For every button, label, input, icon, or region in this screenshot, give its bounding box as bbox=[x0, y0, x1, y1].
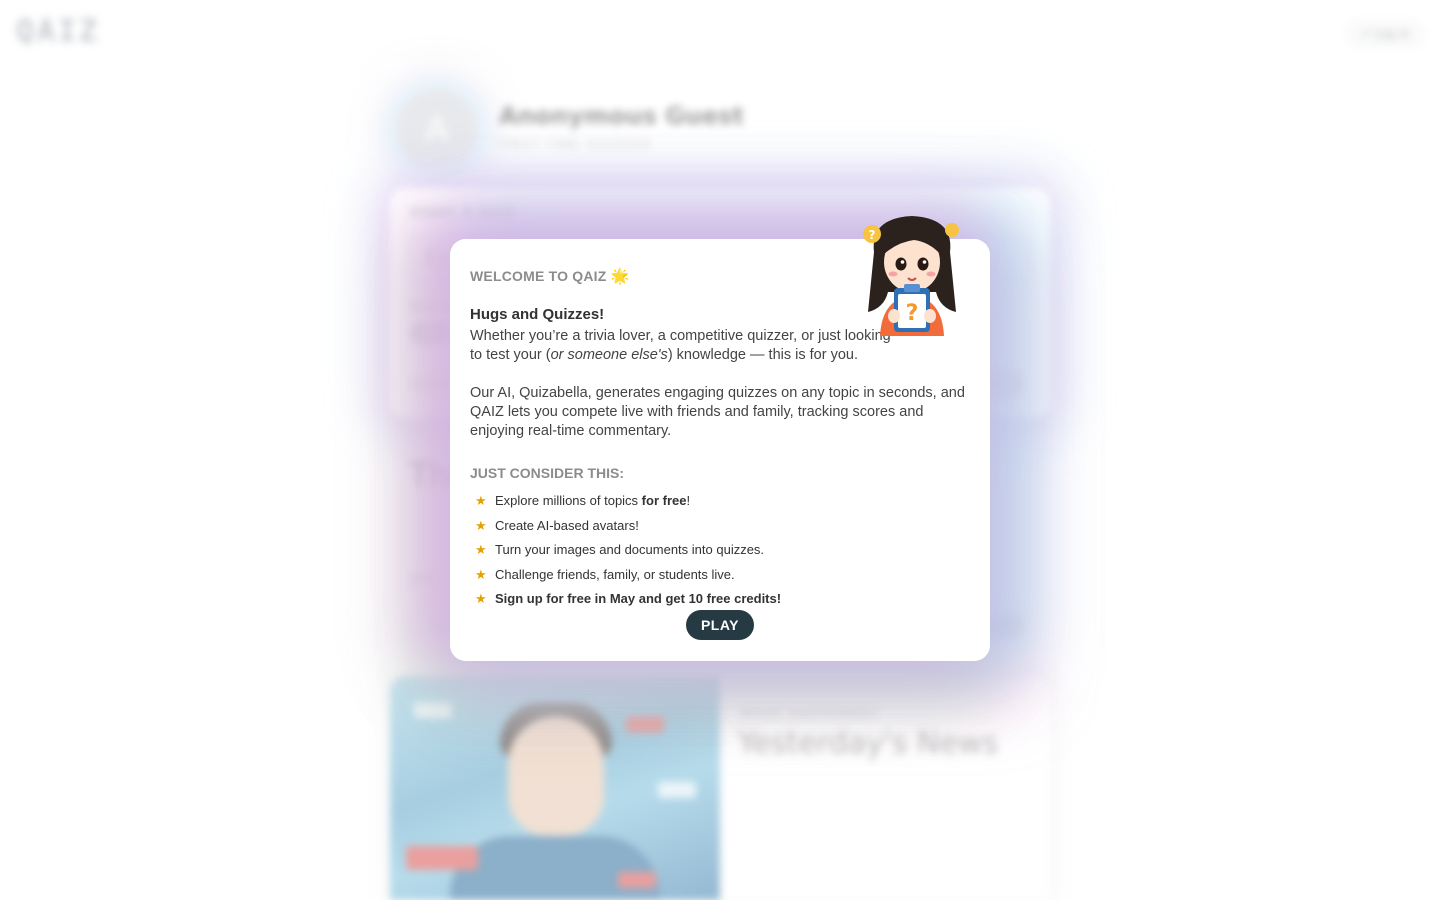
qaiz-logo[interactable]: QAIZ bbox=[16, 14, 100, 49]
news-tag bbox=[658, 782, 696, 798]
create-label: CREATE bbox=[410, 378, 453, 391]
difficulty-chip[interactable]: SEL bbox=[410, 322, 452, 344]
welcome-title-text: WELCOME TO QAIZ bbox=[470, 268, 607, 284]
login-label: Log in bbox=[1373, 27, 1410, 41]
news-figure-face bbox=[508, 716, 604, 836]
list-item: ★ Explore millions of topics for free! bbox=[470, 489, 970, 514]
news-label: WHAT HAPPENED? bbox=[740, 706, 879, 720]
star-icon: ★ bbox=[475, 542, 487, 557]
benefit-text-bold: for free bbox=[641, 493, 687, 508]
benefit-text: Sign up for free in May and get 10 free … bbox=[495, 591, 782, 606]
benefit-text: Turn your images and documents into quiz… bbox=[495, 542, 765, 557]
quizabella-mascot-icon: ? ? bbox=[863, 216, 959, 336]
benefit-text: Explore millions of topics for free! bbox=[495, 489, 690, 514]
news-tag bbox=[414, 702, 452, 718]
star-icon: ★ bbox=[475, 591, 487, 606]
benefit-text: Challenge friends, family, or students l… bbox=[495, 566, 735, 582]
top-bar: QAIZ ↗ Log in bbox=[0, 0, 1440, 68]
login-icon: ↗ bbox=[1359, 27, 1370, 41]
star-icon: ★ bbox=[475, 493, 487, 508]
news-tag bbox=[406, 846, 478, 870]
profile-subtitle: FIRST TIME QUIZZER bbox=[499, 138, 652, 153]
benefits-list: ★ Explore millions of topics for free! ★… bbox=[470, 489, 970, 612]
news-card[interactable]: WHAT HAPPENED? Yesterday's News bbox=[390, 676, 1050, 900]
sparkle-icon: 🌟 bbox=[610, 268, 630, 285]
start-quiz-label: START A QUIZ bbox=[410, 206, 515, 220]
ai-paragraph: Our AI, Quizabella, generates engaging q… bbox=[470, 385, 965, 439]
svg-text:?: ? bbox=[906, 301, 919, 326]
news-title: Yesterday's News bbox=[738, 726, 999, 761]
news-figure-body bbox=[450, 836, 660, 900]
list-item: ★ Sign up for free in May and get 10 fre… bbox=[470, 587, 970, 612]
list-item: ★ Turn your images and documents into qu… bbox=[470, 538, 970, 563]
intro-text-end: ) knowledge — this is for you. bbox=[667, 347, 859, 363]
join-label: JOIN bbox=[410, 572, 436, 586]
list-item: ★ Challenge friends, family, or students… bbox=[470, 563, 970, 588]
consider-title: JUST CONSIDER THIS: bbox=[470, 465, 625, 481]
avatar[interactable]: A bbox=[397, 90, 477, 170]
news-image bbox=[390, 676, 720, 900]
benefit-text: Create AI-based avatars! bbox=[495, 517, 639, 533]
news-tag bbox=[618, 872, 656, 888]
star-icon: ★ bbox=[475, 517, 487, 533]
intro-emphasis: or someone else's bbox=[550, 347, 668, 363]
intro-paragraph: Whether you’re a trivia lover, a competi… bbox=[470, 327, 900, 365]
benefit-text-pre: Explore millions of topics bbox=[495, 493, 642, 508]
list-item: ★ Create AI-based avatars! bbox=[470, 514, 970, 539]
news-tag bbox=[626, 716, 664, 732]
profile-name: Anonymous Guest bbox=[499, 102, 744, 130]
play-button[interactable]: PLAY bbox=[686, 610, 754, 640]
star-icon: ★ bbox=[475, 566, 487, 582]
login-button[interactable]: ↗ Log in bbox=[1345, 20, 1424, 48]
benefit-text-post: ! bbox=[686, 493, 691, 508]
svg-text:?: ? bbox=[869, 228, 876, 242]
